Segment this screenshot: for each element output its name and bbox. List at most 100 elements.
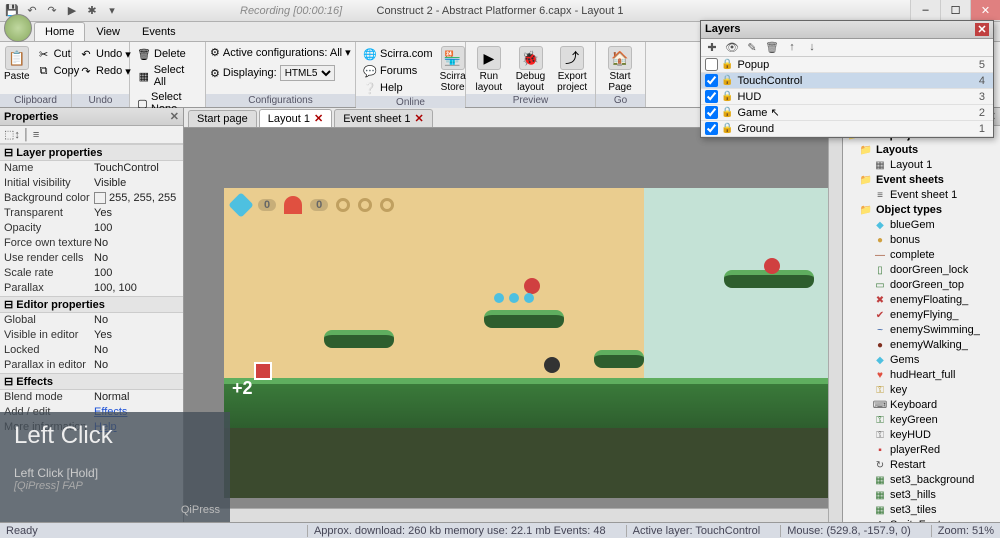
tree-node[interactable]: ✖enemyFloating_ [845,293,998,308]
tree-node[interactable]: ◆Gems [845,353,998,368]
delete-icon[interactable]: 🗑 [765,41,779,54]
select-all-button[interactable]: ▦Select All [134,63,201,89]
property-row[interactable]: Visible in editorYes [0,328,183,343]
tree-node[interactable]: ▭doorGreen_top [845,278,998,293]
scrollbar-vertical[interactable] [828,128,842,522]
property-group-header[interactable]: ⊟ Effects [0,373,183,390]
property-row[interactable]: Parallax100, 100 [0,281,183,296]
tree-node[interactable]: ⚿key [845,383,998,398]
debug-icon[interactable]: ✱ [84,3,100,19]
app-orb[interactable] [4,14,32,42]
tree-node[interactable]: ▪playerRed [845,443,998,458]
up-icon[interactable]: ↑ [785,41,799,54]
lock-icon[interactable]: 🔒 [721,107,733,118]
property-row[interactable]: Opacity100 [0,221,183,236]
layer-row[interactable]: 🔒Popup5 [701,57,993,73]
minimize-button[interactable]: – [910,0,940,20]
eye-icon[interactable]: 👁 [725,41,739,54]
tree-node[interactable]: ▦set3_background [845,473,998,488]
lock-icon[interactable]: 🔒 [721,123,733,134]
tree-node[interactable]: 📁Layouts [845,143,998,158]
tree-node[interactable]: ≡Event sheet 1 [845,188,998,203]
layer-row[interactable]: 🔒HUD3 [701,89,993,105]
layer-visible-checkbox[interactable] [705,74,718,87]
tree-node[interactable]: ●bonus [845,233,998,248]
run-button[interactable]: ▶Run layout [470,46,508,93]
doc-tab[interactable]: Layout 1✕ [259,109,332,127]
lock-icon[interactable]: 🔒 [721,59,733,70]
platform[interactable] [594,350,644,368]
tree-node[interactable]: ↻Restart [845,458,998,473]
tree-node[interactable]: ▦Layout 1 [845,158,998,173]
enemy-sprite[interactable] [524,278,540,294]
down-icon[interactable]: ↓ [805,41,819,54]
layer-visible-checkbox[interactable] [705,90,718,103]
tab-view[interactable]: View [85,22,131,41]
maximize-button[interactable]: ☐ [940,0,970,20]
dropdown-icon[interactable]: ▾ [104,3,120,19]
layer-row[interactable]: 🔒Ground1 [701,121,993,137]
tree-node[interactable]: ◆blueGem [845,218,998,233]
enemy-sprite[interactable] [764,258,780,274]
layer-row[interactable]: 🔒Game ↖2 [701,105,993,121]
tree-node[interactable]: —complete [845,248,998,263]
close-button[interactable]: ✕ [970,0,1000,20]
platform[interactable] [484,310,564,328]
scrollbar-horizontal[interactable] [184,508,828,522]
export-button[interactable]: ⤴Export project [553,46,591,93]
tree-node[interactable]: ✔enemyFlying_ [845,308,998,323]
property-row[interactable]: TransparentYes [0,206,183,221]
redo-button[interactable]: ↷Redo▾ [76,63,134,79]
store-button[interactable]: 🏪Scirra Store [440,46,466,93]
property-row[interactable]: Scale rate100 [0,266,183,281]
property-row[interactable]: Blend modeNormal [0,390,183,405]
layer-visible-checkbox[interactable] [705,106,718,119]
tree-node[interactable]: 📁Object types [845,203,998,218]
edit-icon[interactable]: ✎ [745,41,759,54]
tree-node[interactable]: ⌨Keyboard [845,398,998,413]
displaying-select[interactable]: HTML5 [280,65,335,81]
close-icon[interactable]: ✕ [314,112,323,125]
property-row[interactable]: NameTouchControl [0,161,183,176]
canvas-viewport[interactable]: 0 0 +2 [184,128,842,522]
debug-button[interactable]: 🐞Debug layout [512,46,550,93]
add-layer-icon[interactable]: ✚ [705,41,719,54]
tree-node[interactable]: ●enemyWalking_ [845,338,998,353]
layer-visible-checkbox[interactable] [705,122,718,135]
tree-node[interactable]: ▦set3_tiles [845,503,998,518]
enemy-sprite[interactable] [544,357,560,373]
layer-visible-checkbox[interactable] [705,58,718,71]
paste-button[interactable]: 📋Paste [4,46,30,82]
property-row[interactable]: Parallax in editorNo [0,358,183,373]
properties-close[interactable]: ✕ [170,110,179,123]
property-group-header[interactable]: ⊟ Layer properties [0,144,183,161]
platform[interactable] [324,330,394,348]
tree-node[interactable]: ▦set3_hills [845,488,998,503]
doc-tab[interactable]: Start page [188,110,257,127]
lock-icon[interactable]: 🔒 [721,91,733,102]
tree-node[interactable]: ♥hudHeart_full [845,368,998,383]
run-icon[interactable]: ▶ [64,3,80,19]
scirra-link[interactable]: 🌐Scirra.com [360,46,436,62]
gem-sprite[interactable] [494,293,504,303]
layers-window[interactable]: Layers✕ ✚ 👁 ✎ 🗑 ↑ ↓ 🔒Popup5🔒TouchControl… [700,20,994,138]
tab-home[interactable]: Home [34,22,85,41]
tree-node[interactable]: ⚿keyHUD [845,428,998,443]
gem-sprite[interactable] [524,293,534,303]
tree-node[interactable]: ⚿keyGreen [845,413,998,428]
start-page-button[interactable]: 🏠Start Page [600,46,640,93]
property-row[interactable]: LockedNo [0,343,183,358]
lock-icon[interactable]: 🔒 [721,75,733,86]
tree-node[interactable]: 📁Event sheets [845,173,998,188]
help-link[interactable]: ❔Help [360,80,436,96]
property-row[interactable]: Force own textureNo [0,236,183,251]
delete-button[interactable]: 🗑Delete [134,46,201,62]
tree-node[interactable]: ▯doorGreen_lock [845,263,998,278]
property-row[interactable]: Background color255, 255, 255 [0,191,183,206]
layers-close[interactable]: ✕ [975,23,989,36]
doc-tab[interactable]: Event sheet 1✕ [334,109,433,127]
property-row[interactable]: Use render cellsNo [0,251,183,266]
player-sprite[interactable] [254,362,272,380]
property-group-header[interactable]: ⊟ Editor properties [0,296,183,313]
tree-node[interactable]: ~enemySwimming_ [845,323,998,338]
